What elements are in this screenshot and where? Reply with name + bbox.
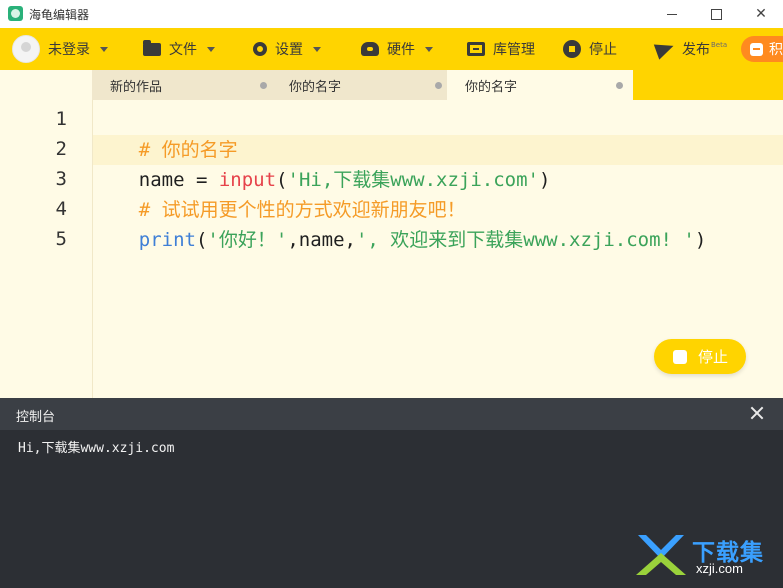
code-line-2[interactable]: name = input('Hi,下载集www.xzji.com') [93,135,551,191]
library-manager-button[interactable]: 库管理 [467,28,535,70]
window-title: 海龟编辑器 [29,8,90,22]
code-line-3[interactable]: # 试试用更个性的方式欢迎新朋友吧！ [93,165,466,221]
console-header: 控制台 [0,398,783,430]
minimize-button[interactable] [650,0,694,28]
watermark-arrow-icon [636,535,686,575]
block-mode-button[interactable]: 积木 [741,36,783,62]
stop-icon [673,349,687,364]
run-stop-label: 停止 [698,348,729,366]
tab-modified-dot[interactable] [616,82,623,89]
toolbar-stop-button[interactable]: 停止 [563,28,617,70]
code-string: ', 欢迎来到下载集www.xzji.com! ' [355,229,695,251]
user-label: 未登录 [48,42,90,58]
console-close-button[interactable] [748,404,766,422]
settings-menu[interactable]: 设置 [253,28,321,70]
hardware-menu[interactable]: 硬件 [361,28,433,70]
code-keyword: print [138,229,196,251]
maximize-icon [710,8,722,20]
folder-icon [143,39,161,56]
tab-gutter [0,70,92,100]
library-label: 库管理 [493,42,535,58]
app-logo-icon [8,6,23,21]
file-label: 文件 [169,42,197,58]
line-number-gutter: 1 2 3 4 5 [0,100,93,398]
code-paren: ) [538,169,551,191]
code-paren: ( [195,229,208,251]
maximize-button[interactable] [694,0,738,28]
chevron-down-icon [100,46,108,52]
line-number: 5 [55,228,67,250]
watermark-logo: 下载集 xzji.com [636,533,776,581]
code-text: ,name, [287,229,356,251]
main-toolbar: 未登录 文件 设置 硬件 库管理 停止 发布 Beta [0,28,783,70]
tab-label: 你的名字 [289,79,342,95]
tab-modified-dot[interactable] [260,82,267,89]
console-output-text: Hi,下载集www.xzji.com [18,441,175,456]
line-number: 4 [55,198,67,220]
code-line-4[interactable]: print('你好！',name,', 欢迎来到下载集www.xzji.com!… [93,195,707,251]
close-icon: ✕ [755,6,767,22]
tab-label: 你的名字 [465,79,518,95]
publish-button[interactable]: 发布 Beta [653,28,728,70]
avatar [12,35,40,63]
line-number: 3 [55,168,67,190]
run-stop-button[interactable]: 停止 [654,339,746,374]
publish-label: 发布 [682,42,710,58]
toolbar-stop-label: 停止 [589,42,617,58]
title-bar: 海龟编辑器 ✕ [0,0,783,28]
hardware-icon [361,42,379,56]
mode-label: 积木 [769,42,783,58]
stop-icon [563,40,581,58]
settings-label: 设置 [275,42,303,58]
line-number: 1 [55,108,67,130]
chevron-down-icon [207,46,215,52]
tab-modified-dot[interactable] [435,82,442,89]
tab-label: 新的作品 [110,79,163,95]
code-string: '你好！' [207,229,288,251]
tab-new-work[interactable]: 新的作品 [92,70,278,100]
chevron-down-icon [313,46,321,52]
blocks-icon [750,42,763,56]
console-title: 控制台 [16,410,56,425]
tab-your-name-2[interactable]: 你的名字 [447,70,633,100]
chevron-down-icon [425,46,433,52]
minimize-icon [667,13,677,15]
tab-bar: 新的作品 你的名字 你的名字 [0,70,783,100]
gear-icon [253,42,267,56]
user-menu[interactable]: 未登录 [12,28,108,70]
beta-badge: Beta [711,41,728,49]
paper-plane-icon [653,38,677,60]
code-paren: ) [694,229,707,251]
watermark-url-text: xzji.com [696,561,743,576]
line-number: 2 [55,138,67,160]
code-line-1[interactable]: # 你的名字 [93,105,238,161]
library-icon [467,42,485,56]
file-menu[interactable]: 文件 [143,28,215,70]
window-close-button[interactable]: ✕ [739,0,783,28]
hardware-label: 硬件 [387,42,415,58]
tab-your-name-1[interactable]: 你的名字 [271,70,453,100]
